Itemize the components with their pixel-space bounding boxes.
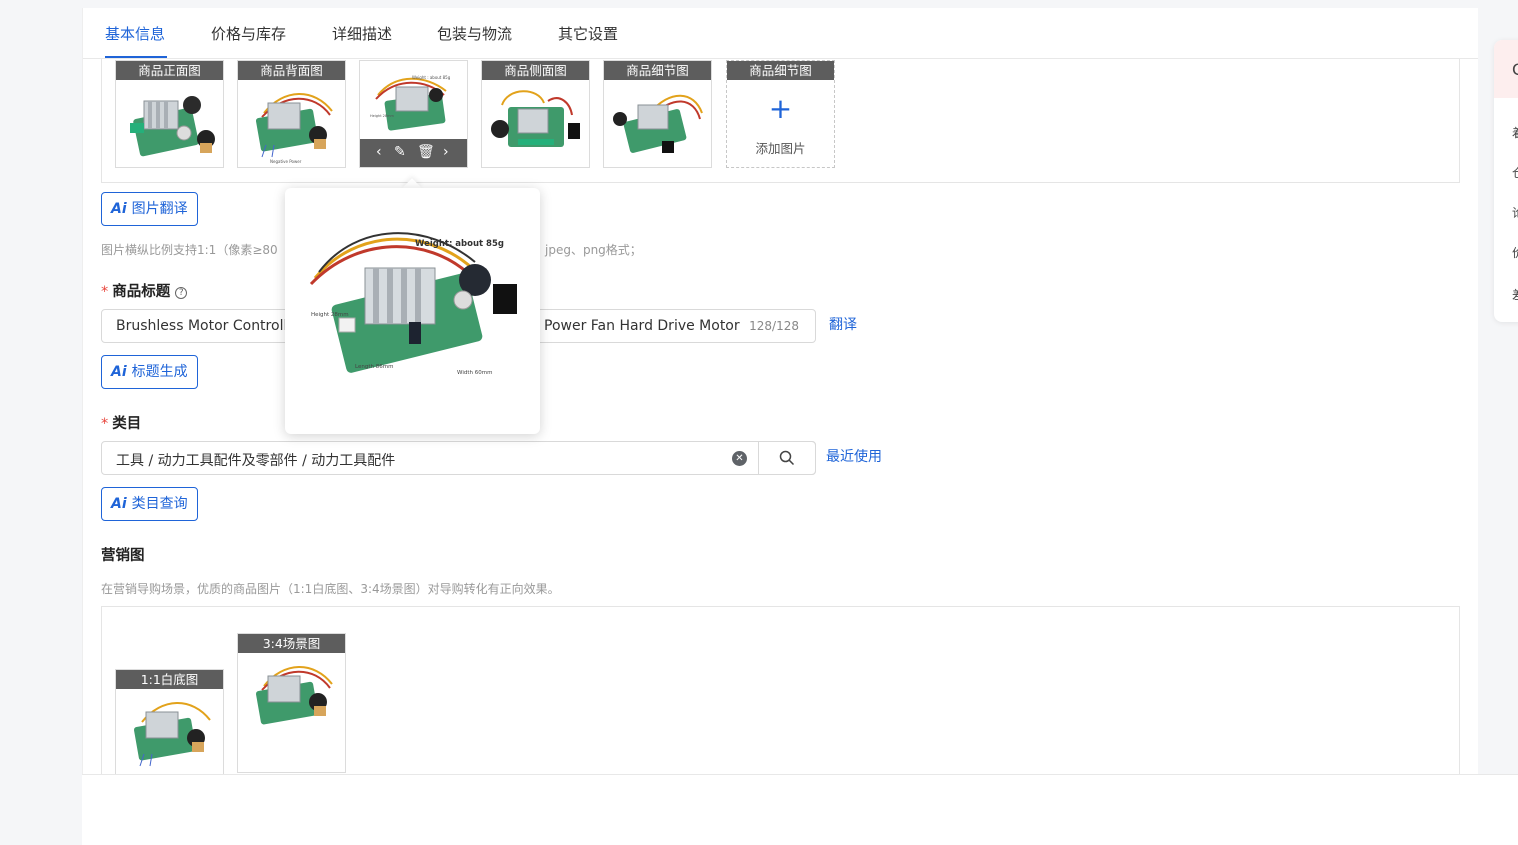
marketing-images-box: 1:1白底图 3:4场景图: [101, 606, 1460, 774]
rail-item[interactable]: 价: [1512, 244, 1518, 261]
trash-icon[interactable]: 🗑: [417, 144, 435, 160]
product-photo: [133, 702, 211, 767]
category-input[interactable]: 工具 / 动力工具配件及零部件 / 动力工具配件 ✕: [101, 441, 816, 475]
product-photo: [130, 96, 215, 157]
thumb-negative-power-label: Negative Power: [270, 159, 302, 164]
required-mark: *: [101, 284, 109, 300]
ai-category-query-label: 类目查询: [131, 496, 188, 512]
category-label: * 类目: [101, 412, 141, 433]
image-slot-back[interactable]: 商品背面图 Negative Power: [237, 60, 346, 168]
thumb-height-label: Height 28mm: [370, 114, 395, 118]
image-action-bar: ‹ ✎ 🗑 ›: [360, 139, 467, 167]
add-image-label: 添加图片: [755, 141, 806, 156]
product-images-box: 商品正面图 商品背面图 Negative Power Weight: abou…: [101, 59, 1460, 183]
tab-basic-info[interactable]: 基本信息: [105, 23, 165, 44]
product-photo: [613, 94, 703, 153]
image-preview-popover: Weight: about 85g Height 28mm Length 86m…: [285, 188, 540, 434]
tab-packaging-logistics[interactable]: 包装与物流: [437, 23, 512, 44]
active-tab-indicator: [105, 56, 167, 58]
rail-item[interactable]: 差: [1512, 286, 1518, 303]
title-value-left: Brushless Motor Controlle: [116, 318, 296, 334]
ai-image-translate-button[interactable]: Ai 图片翻译: [101, 192, 198, 226]
image-caption: 1:1白底图: [116, 670, 223, 689]
chevron-left-icon[interactable]: ‹: [376, 144, 382, 160]
search-icon: [779, 450, 795, 466]
footer-action-bar: [82, 774, 1518, 845]
edit-icon[interactable]: ✎: [394, 144, 406, 160]
image-slot-side[interactable]: 商品侧面图: [481, 60, 590, 168]
preview-length-label: Length 86mm: [355, 364, 393, 370]
translate-link[interactable]: 翻译: [829, 314, 857, 334]
ai-title-generate-label: 标题生成: [131, 364, 188, 380]
image-hint-tail: jpeg、png格式；: [545, 243, 642, 257]
chevron-right-icon[interactable]: ›: [443, 144, 449, 160]
product-photo: Negative Power: [255, 93, 333, 164]
tab-detail-desc[interactable]: 详细描述: [332, 23, 392, 44]
ai-icon: Ai: [111, 201, 127, 217]
image-caption: 商品细节图: [604, 61, 711, 80]
ai-category-query-button[interactable]: Ai 类目查询: [101, 487, 198, 521]
tab-price-stock[interactable]: 价格与库存: [211, 23, 286, 44]
marketing-slot-portrait[interactable]: 3:4场景图: [237, 633, 346, 773]
image-caption: 商品细节图: [727, 61, 834, 80]
marketing-title: 营销图: [101, 548, 145, 564]
preview-height-label: Height 28mm: [311, 312, 349, 318]
image-slot-front[interactable]: 商品正面图: [115, 60, 224, 168]
image-hint: 图片横纵比例支持1:1（像素≥80: [101, 243, 278, 257]
preview-width-label: Width 60mm: [457, 370, 492, 376]
category-label-text: 类目: [112, 416, 142, 432]
marketing-slot-square[interactable]: 1:1白底图: [115, 669, 224, 774]
marketing-hint: 在营销导购场景，优质的商品图片（1:1白底图、3:4场景图）对导购转化有正向效果…: [101, 582, 560, 596]
rail-item[interactable]: 仓: [1512, 164, 1518, 181]
right-floating-rail[interactable]: C 着 仓 论 价 差: [1494, 40, 1518, 322]
help-icon[interactable]: ?: [175, 287, 188, 299]
image-caption: 商品正面图: [116, 61, 223, 80]
tab-other-settings[interactable]: 其它设置: [558, 23, 618, 44]
rail-item[interactable]: 论: [1512, 204, 1518, 221]
recent-used-link[interactable]: 最近使用: [826, 446, 882, 466]
plus-icon: +: [768, 92, 793, 125]
ai-icon: Ai: [111, 496, 127, 512]
required-mark: *: [101, 416, 109, 432]
category-search-button[interactable]: [758, 441, 816, 475]
image-slot-detail[interactable]: 商品细节图: [603, 60, 712, 168]
add-image-button[interactable]: 商品细节图 + 添加图片: [726, 60, 835, 168]
ai-icon: Ai: [111, 364, 127, 380]
title-label: * 商品标题?: [101, 280, 188, 301]
title-value-right: Power Fan Hard Drive Motor: [544, 318, 740, 334]
product-photo: [491, 90, 580, 147]
clear-icon[interactable]: ✕: [732, 451, 747, 466]
ai-title-generate-button[interactable]: Ai 标题生成: [101, 355, 198, 389]
product-photo: [255, 666, 333, 725]
image-caption: 商品侧面图: [482, 61, 589, 80]
preview-weight-label: Weight: about 85g: [415, 239, 504, 249]
title-char-counter: 128/128: [749, 319, 799, 333]
category-value: 工具 / 动力工具配件及零部件 / 动力工具配件: [116, 453, 396, 469]
product-preview-photo: Weight: about 85g Height 28mm Length 86m…: [309, 232, 517, 376]
thumb-weight-label: Weight : about 85g: [412, 75, 451, 80]
image-caption: 3:4场景图: [238, 634, 345, 653]
image-caption: 商品背面图: [238, 61, 345, 80]
image-slot-hovered[interactable]: Weight : about 85g Height 28mm ‹ ✎ 🗑 ›: [359, 60, 468, 168]
title-label-text: 商品标题: [112, 284, 171, 300]
rail-item[interactable]: 着: [1512, 124, 1518, 141]
rail-item[interactable]: C: [1512, 60, 1518, 79]
product-photo: Weight : about 85g Height 28mm: [370, 75, 451, 131]
tab-bar: 基本信息 价格与库存 详细描述 包装与物流 其它设置: [83, 8, 1478, 59]
ai-image-translate-label: 图片翻译: [131, 201, 188, 217]
